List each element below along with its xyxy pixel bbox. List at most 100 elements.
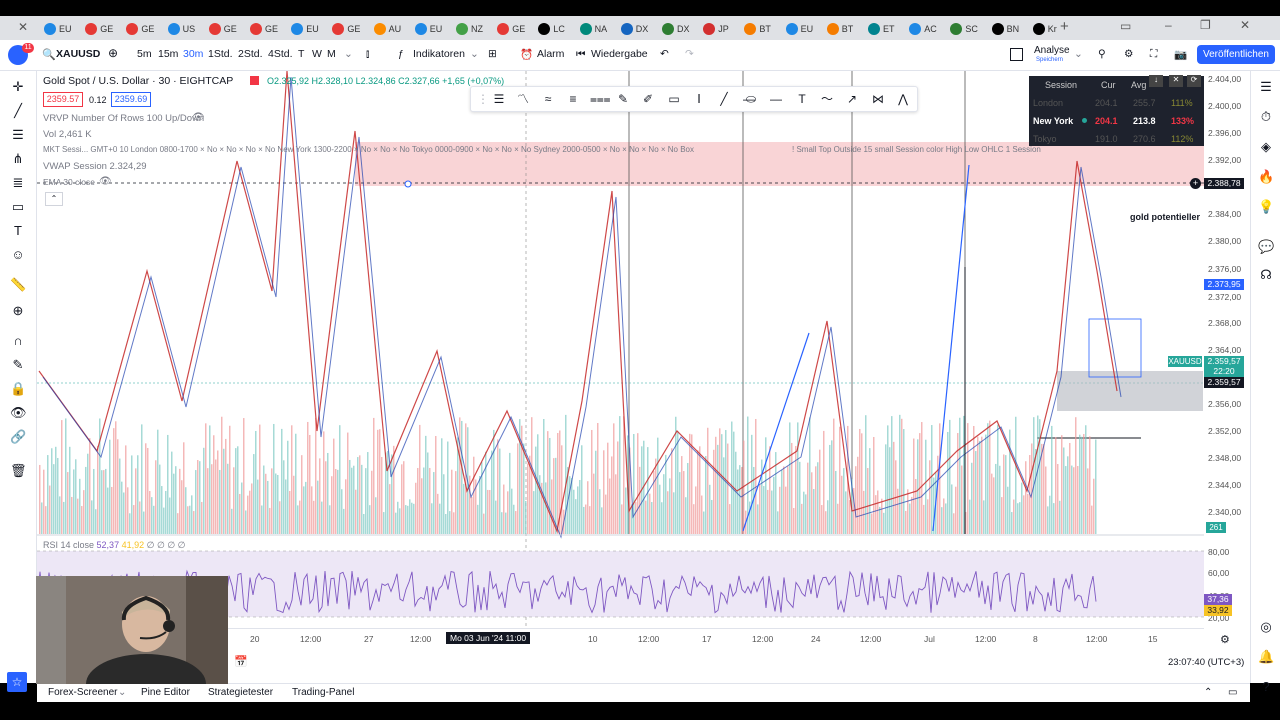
emoji-icon[interactable]: ☺: [10, 247, 26, 263]
maximize-panel-icon[interactable]: ▭: [1228, 687, 1237, 698]
browser-tab[interactable]: GE: [85, 19, 113, 39]
ideas-icon[interactable]: 💡: [1258, 199, 1274, 215]
interval-30m[interactable]: 30m: [183, 48, 203, 60]
replay-button[interactable]: Wiedergabe: [591, 48, 648, 60]
crosshair-icon[interactable]: ✛: [10, 79, 26, 95]
interval-t[interactable]: T: [298, 48, 304, 60]
snapshot-icon[interactable]: 📷: [1174, 48, 1187, 61]
screener-dropdown-icon[interactable]: ⌄: [118, 687, 126, 698]
browser-tab[interactable]: AU: [373, 19, 401, 39]
tab-pine-editor[interactable]: Pine Editor: [141, 687, 190, 698]
drag-handle-icon[interactable]: ⋮: [475, 91, 491, 107]
refresh-icon[interactable]: ⟳: [1187, 75, 1201, 87]
browser-tab[interactable]: NA: [579, 19, 607, 39]
interval-15m[interactable]: 15m: [158, 48, 178, 60]
collapse-legend-icon[interactable]: ⌃: [45, 192, 63, 206]
browser-tab[interactable]: BN: [991, 19, 1019, 39]
search-icon[interactable]: 🔍: [42, 48, 56, 61]
browser-tab[interactable]: US: [167, 19, 195, 39]
hide-eye-icon[interactable]: 👁: [192, 112, 205, 123]
alarm-icon[interactable]: ⏰: [520, 48, 533, 61]
clock-label[interactable]: 23:07:40 (UTC+3): [1168, 657, 1244, 668]
path-icon[interactable]: 〜: [819, 91, 835, 107]
interval-5m[interactable]: 5m: [137, 48, 152, 60]
parallel-channel-icon[interactable]: ≈: [540, 91, 556, 107]
redo-icon[interactable]: ↷: [685, 48, 694, 60]
indicators-icon[interactable]: ƒ: [398, 48, 404, 60]
text-tool-icon[interactable]: T: [10, 223, 26, 239]
buy-button[interactable]: 2359.69: [111, 92, 151, 107]
browser-tab[interactable]: GE: [250, 19, 278, 39]
browser-tab[interactable]: EU: [291, 19, 319, 39]
browser-tab[interactable]: EU: [44, 19, 72, 39]
browser-tab[interactable]: GE: [208, 19, 237, 39]
browser-tab[interactable]: NZ: [456, 19, 483, 39]
horizontal-lines-icon[interactable]: ☰: [10, 127, 26, 143]
ema-legend[interactable]: EMA 30 close: [43, 177, 95, 187]
link-icon[interactable]: 🔗: [10, 429, 26, 445]
pitchfork-icon[interactable]: ⋔: [10, 151, 26, 167]
zoom-icon[interactable]: ⊕: [10, 303, 26, 319]
lock-draw-icon[interactable]: ✎: [10, 357, 26, 373]
close-panel-icon[interactable]: ✕: [1169, 75, 1183, 87]
interval-w[interactable]: W: [312, 48, 322, 60]
notifications-icon[interactable]: 🔔: [1258, 649, 1274, 665]
pattern-icon[interactable]: ⋈: [870, 91, 886, 107]
browser-tab[interactable]: SC: [950, 19, 978, 39]
small-top-legend[interactable]: ! Small Top Outside 15 small Session col…: [792, 145, 1041, 154]
replay-icon[interactable]: ⏮: [576, 48, 585, 61]
community-icon[interactable]: ☊: [1258, 267, 1274, 283]
interval-2std[interactable]: 2Std.: [238, 48, 263, 60]
indicators-dropdown-icon[interactable]: ⌄: [470, 48, 479, 60]
new-tab-icon[interactable]: +: [1060, 18, 1069, 35]
alerts-clock-icon[interactable]: ⏱: [1258, 109, 1274, 125]
maximize-icon[interactable]: ❐: [1200, 18, 1211, 32]
brush-icon[interactable]: ✎: [615, 91, 631, 107]
text-cursor-icon[interactable]: Ⅰ: [691, 91, 707, 107]
tab-forex-screener[interactable]: Forex-Screener: [48, 687, 117, 698]
chart-annotation-text[interactable]: gold potentieller: [1130, 212, 1200, 222]
cast-icon[interactable]: ▭: [1120, 19, 1131, 33]
target-icon[interactable]: ◎: [1258, 619, 1274, 635]
close-tab-icon[interactable]: ✕: [18, 20, 28, 34]
tab-trading-panel[interactable]: Trading-Panel: [292, 687, 354, 698]
axis-settings-icon[interactable]: ⚙: [1220, 633, 1230, 646]
browser-tab[interactable]: EU: [785, 19, 813, 39]
favorites-star-icon[interactable]: ☆: [7, 672, 27, 692]
highlighter-icon[interactable]: ✐: [640, 91, 656, 107]
symbol-search[interactable]: XAUUSD: [56, 48, 100, 60]
chat-icon[interactable]: 💬: [1258, 239, 1274, 255]
interval-dropdown-icon[interactable]: ⌄: [344, 48, 353, 60]
browser-tab[interactable]: GE: [126, 19, 154, 39]
magnet-icon[interactable]: ∩: [10, 333, 26, 349]
analysis-dropdown-icon[interactable]: ⌄: [1074, 48, 1083, 60]
window-close-icon[interactable]: ✕: [1240, 18, 1250, 32]
rectangle-tool-icon[interactable]: ▭: [10, 199, 26, 215]
chart-type-icon[interactable]: ⫾: [366, 48, 369, 61]
publish-button[interactable]: Veröffentlichen: [1197, 45, 1275, 64]
trendline-icon[interactable]: ╱: [10, 103, 26, 119]
quick-search-icon[interactable]: ⚲: [1098, 48, 1106, 60]
interval-1std[interactable]: 1Std.: [208, 48, 233, 60]
browser-tab[interactable]: AC: [909, 19, 937, 39]
browser-tab[interactable]: DX: [620, 19, 648, 39]
hline-tool-icon[interactable]: ⬭: [743, 91, 759, 107]
regression-icon[interactable]: ≡: [565, 91, 581, 107]
hotlist-icon[interactable]: 🔥: [1258, 169, 1274, 185]
layouts-icon[interactable]: ⊞: [488, 48, 497, 60]
browser-tab[interactable]: Kr: [1032, 19, 1057, 39]
fib-channel-icon[interactable]: ⩶: [590, 91, 611, 107]
fullscreen-icon[interactable]: ⛶: [1150, 48, 1157, 61]
vwap-legend[interactable]: VWAP Session 2.324,29: [43, 161, 147, 172]
compare-symbol-icon[interactable]: ⊕: [108, 46, 118, 60]
arrow-down-icon[interactable]: ↓: [1149, 75, 1163, 87]
fib-icon[interactable]: ≣: [10, 175, 26, 191]
ray-icon[interactable]: ╱: [716, 91, 732, 107]
analysis-button[interactable]: Analyse: [1034, 45, 1070, 56]
browser-tab[interactable]: DX: [662, 19, 690, 39]
browser-tab[interactable]: ET: [868, 19, 895, 39]
lines-tool-icon[interactable]: ☰: [491, 91, 507, 107]
lock-icon[interactable]: 🔒: [10, 381, 26, 397]
interval-4std[interactable]: 4Std.: [268, 48, 293, 60]
zigzag-tool-icon[interactable]: 〽: [515, 91, 531, 107]
